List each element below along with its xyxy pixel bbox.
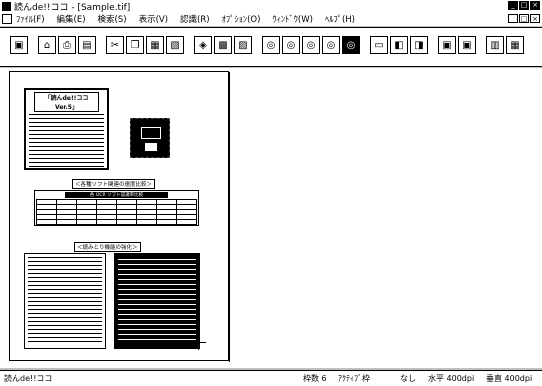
- doc-icon: [2, 14, 12, 24]
- save-icon[interactable]: ▤: [78, 36, 96, 54]
- paste-icon[interactable]: ▦: [146, 36, 164, 54]
- bottom-right-frame[interactable]: [114, 253, 200, 349]
- cut-icon[interactable]: ✂: [106, 36, 124, 54]
- zoom-actual-icon[interactable]: ◎: [342, 36, 360, 54]
- copy-icon[interactable]: ❐: [126, 36, 144, 54]
- maximize-button[interactable]: □: [519, 1, 529, 10]
- menu-recognize[interactable]: 認識(R): [180, 13, 210, 25]
- menu-file[interactable]: ﾌｧｲﾙ(F): [16, 13, 45, 25]
- page-right-icon[interactable]: ◨: [410, 36, 428, 54]
- toolbar: ▣ ⌂ ⎙ ▤ ✂ ❐ ▦ ▧ ◈ ▩ ▨ ◎ ◎ ◎ ◎ ◎ ▭ ◧ ◨ ▣ …: [0, 27, 542, 67]
- window-title: 読んde!!ココ - [Sample.tif]: [14, 2, 131, 13]
- zoom-in-icon[interactable]: ◎: [282, 36, 300, 54]
- open-icon[interactable]: ⌂: [38, 36, 56, 54]
- zoom-fit-icon[interactable]: ◎: [262, 36, 280, 54]
- zoom-full-icon[interactable]: ◎: [322, 36, 340, 54]
- status-vert-dpi: 垂直 400dpi: [486, 374, 533, 383]
- menu-bar: ﾌｧｲﾙ(F) 編集(E) 検索(S) 表示(V) 認識(R) ｵﾌﾟｼｮﾝ(O…: [0, 12, 542, 26]
- scan-icon[interactable]: ▣: [10, 36, 28, 54]
- bottom-left-frame[interactable]: [24, 253, 106, 349]
- menu-view[interactable]: 表示(V): [139, 13, 168, 25]
- header-title: 「読んde!!ココ Ver.5」: [34, 92, 99, 112]
- page-left-icon[interactable]: ◧: [390, 36, 408, 54]
- status-frames: 枠数 6: [303, 374, 327, 383]
- doc-maximize-button[interactable]: □: [519, 14, 529, 23]
- doc-close-button[interactable]: ×: [530, 14, 540, 23]
- page-icon[interactable]: ▭: [370, 36, 388, 54]
- header-frame[interactable]: 「読んde!!ココ Ver.5」: [24, 88, 109, 170]
- header-text-block: [29, 114, 104, 168]
- status-active: ｱｸﾃｨﾌﾞ枠: [338, 374, 370, 383]
- section3-title: ＜読みとり機能の強化＞: [74, 242, 141, 252]
- status-horiz-dpi: 水平 400dpi: [428, 374, 475, 383]
- menu-search[interactable]: 検索(S): [98, 13, 127, 25]
- menu-edit[interactable]: 編集(E): [57, 13, 86, 25]
- frame-icon[interactable]: ▣: [438, 36, 456, 54]
- eraser-icon[interactable]: ◈: [194, 36, 212, 54]
- table-title: 各 OCR ソフト認識率比較: [65, 192, 168, 198]
- comparison-table[interactable]: 各 OCR ソフト認識率比較: [34, 190, 199, 226]
- select-icon[interactable]: ▩: [214, 36, 232, 54]
- app-window: 読んde!!ココ - [Sample.tif] _ □ × ﾌｧｲﾙ(F) 編集…: [0, 0, 542, 386]
- page-shadow: [229, 72, 230, 362]
- status-bar: 読んde!!ココ 枠数 6 ｱｸﾃｨﾌﾞ枠 なし 水平 400dpi 垂直 40…: [0, 370, 542, 386]
- section2-title: ＜各種ソフト関連の速度比較＞: [72, 179, 156, 189]
- title-bar: 読んde!!ココ - [Sample.tif] _ □ ×: [0, 0, 542, 13]
- menu-options[interactable]: ｵﾌﾟｼｮﾝ(O): [222, 13, 261, 25]
- menu-window[interactable]: ｳｨﾝﾄﾞｳ(W): [272, 13, 313, 25]
- scanned-page[interactable]: 「読んde!!ココ Ver.5」 ＜各種ソフト関連の速度比較＞ 各 OCR ソフ…: [9, 71, 229, 361]
- column-icon[interactable]: ▥: [486, 36, 504, 54]
- doc-minimize-button[interactable]: _: [508, 14, 518, 23]
- magic-icon[interactable]: ▨: [234, 36, 252, 54]
- print-icon[interactable]: ⎙: [58, 36, 76, 54]
- photo-image: [130, 118, 170, 158]
- status-app: 読んde!!ココ: [4, 374, 53, 383]
- app-icon: [2, 1, 11, 11]
- document-canvas[interactable]: 「読んde!!ココ Ver.5」 ＜各種ソフト関連の速度比較＞ 各 OCR ソフ…: [0, 68, 542, 368]
- menu-help[interactable]: ﾍﾙﾌﾟ(H): [325, 13, 355, 25]
- minimize-button[interactable]: _: [508, 1, 518, 10]
- paste-special-icon[interactable]: ▧: [166, 36, 184, 54]
- close-button[interactable]: ×: [530, 1, 540, 10]
- table-icon[interactable]: ▦: [506, 36, 524, 54]
- zoom-out-icon[interactable]: ◎: [302, 36, 320, 54]
- frame2-icon[interactable]: ▣: [458, 36, 476, 54]
- status-none: なし: [400, 374, 416, 383]
